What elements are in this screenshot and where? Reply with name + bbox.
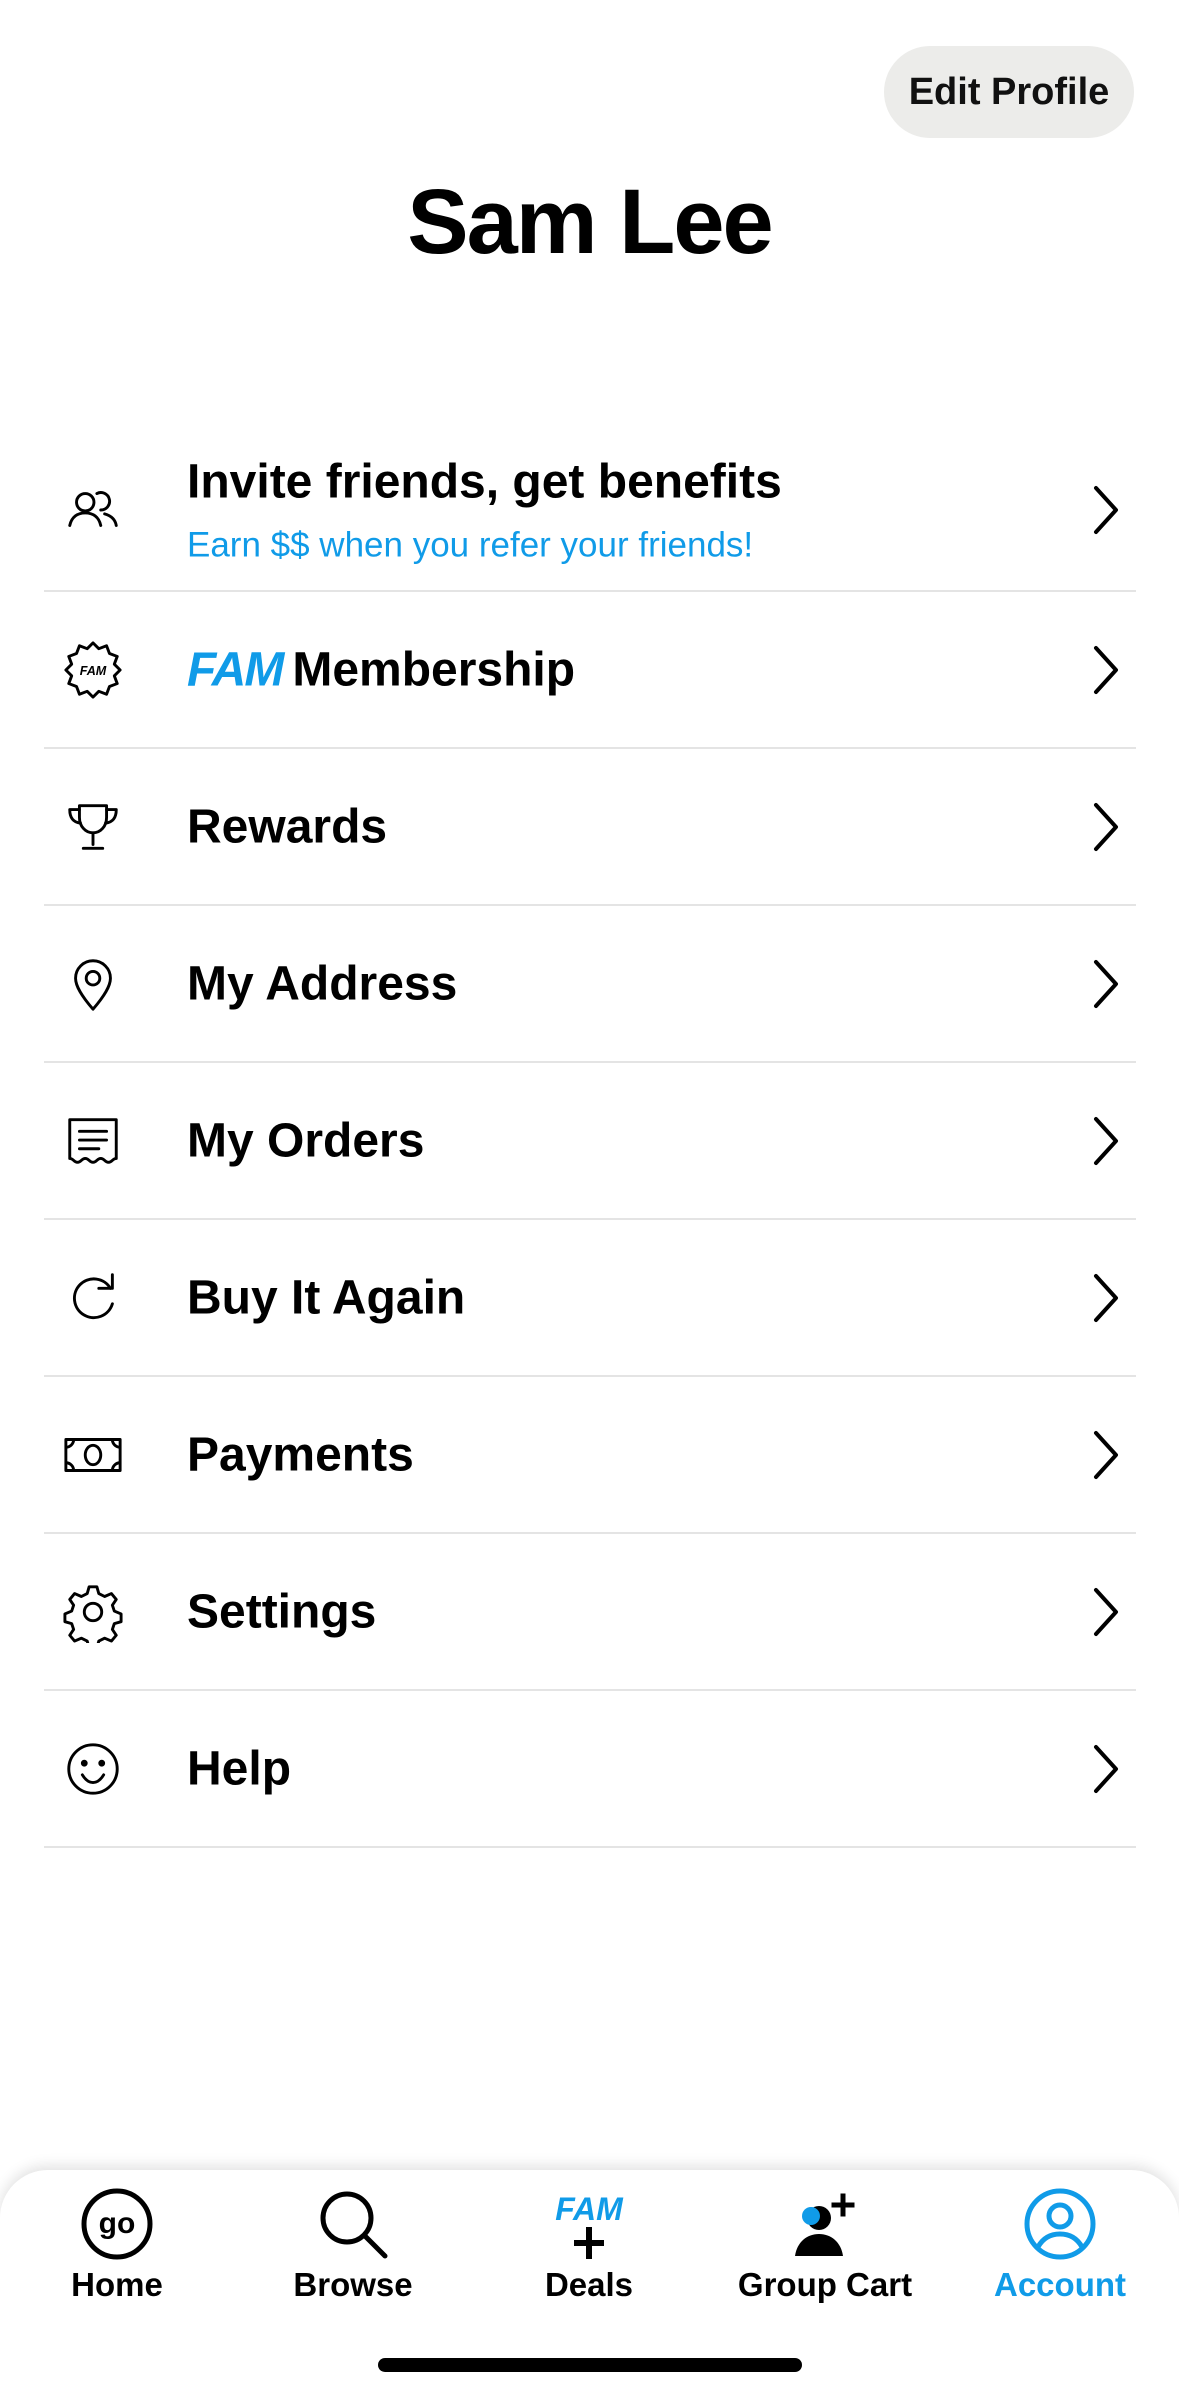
search-icon <box>313 2184 393 2264</box>
menu-item-label: My Orders <box>187 1114 425 1167</box>
menu-item-label: Rewards <box>187 800 388 853</box>
tab-deals[interactable]: FAM Deals <box>489 2184 689 2334</box>
smiley-icon <box>62 1738 124 1800</box>
chevron-right-icon <box>1088 1270 1124 1326</box>
go-logo-icon: go <box>77 2184 157 2264</box>
account-menu: Invite friends, get benefits Earn $$ whe… <box>44 430 1136 1848</box>
home-indicator[interactable] <box>378 2358 802 2372</box>
add-person-icon <box>785 2184 865 2264</box>
tab-label: Group Cart <box>737 2266 913 2303</box>
fam-badge-icon: FAM <box>62 639 124 701</box>
menu-item-label: My Address <box>187 957 458 1010</box>
cash-icon <box>62 1424 124 1486</box>
tab-label: Account <box>994 2266 1126 2303</box>
menu-item-orders[interactable]: My Orders <box>44 1063 1136 1220</box>
menu-item-address[interactable]: My Address <box>44 906 1136 1063</box>
menu-item-label: Buy It Again <box>187 1271 466 1324</box>
tab-label: Browse <box>293 2266 413 2303</box>
menu-item-payments[interactable]: Payments <box>44 1377 1136 1534</box>
menu-item-sublabel: Earn $$ when you refer your friends! <box>187 525 754 565</box>
tab-label: Deals <box>544 2266 634 2303</box>
people-icon <box>62 479 124 541</box>
menu-item-help[interactable]: Help <box>44 1691 1136 1848</box>
profile-name: Sam Lee <box>407 171 773 273</box>
gear-icon <box>62 1581 124 1643</box>
tab-account[interactable]: Account <box>960 2184 1160 2334</box>
trophy-icon <box>62 796 124 858</box>
fam-logo-text: FAM <box>187 643 284 696</box>
svg-text:go: go <box>99 2207 136 2240</box>
menu-item-label: Invite friends, get benefits <box>187 455 782 509</box>
chevron-right-icon <box>1088 1741 1124 1797</box>
svg-text:FAM: FAM <box>555 2191 624 2227</box>
chevron-right-icon <box>1088 1584 1124 1640</box>
refresh-icon <box>62 1267 124 1329</box>
menu-item-invite[interactable]: Invite friends, get benefits Earn $$ whe… <box>44 430 1136 592</box>
fam-plus-icon: FAM <box>549 2184 629 2264</box>
chevron-right-icon <box>1088 956 1124 1012</box>
chevron-right-icon <box>1088 482 1124 538</box>
tab-label: Home <box>71 2266 163 2303</box>
menu-item-settings[interactable]: Settings <box>44 1534 1136 1691</box>
chevron-right-icon <box>1088 799 1124 855</box>
edit-profile-button[interactable]: Edit Profile <box>884 46 1134 138</box>
tab-group-cart[interactable]: Group Cart <box>725 2184 925 2334</box>
svg-text:FAM: FAM <box>80 663 107 677</box>
tab-home[interactable]: go Home <box>17 2184 217 2334</box>
location-pin-icon <box>62 953 124 1015</box>
account-icon <box>1020 2184 1100 2264</box>
menu-item-rewards[interactable]: Rewards <box>44 749 1136 906</box>
menu-item-label: Help <box>187 1742 292 1795</box>
chevron-right-icon <box>1088 642 1124 698</box>
menu-item-label: Settings <box>187 1585 377 1638</box>
menu-item-label: Payments <box>187 1428 414 1481</box>
receipt-icon <box>62 1110 124 1172</box>
menu-item-buy-again[interactable]: Buy It Again <box>44 1220 1136 1377</box>
chevron-right-icon <box>1088 1427 1124 1483</box>
menu-item-membership[interactable]: FAM FAM Membership <box>44 592 1136 749</box>
menu-item-label: Membership <box>292 643 576 696</box>
chevron-right-icon <box>1088 1113 1124 1169</box>
tab-browse[interactable]: Browse <box>253 2184 453 2334</box>
